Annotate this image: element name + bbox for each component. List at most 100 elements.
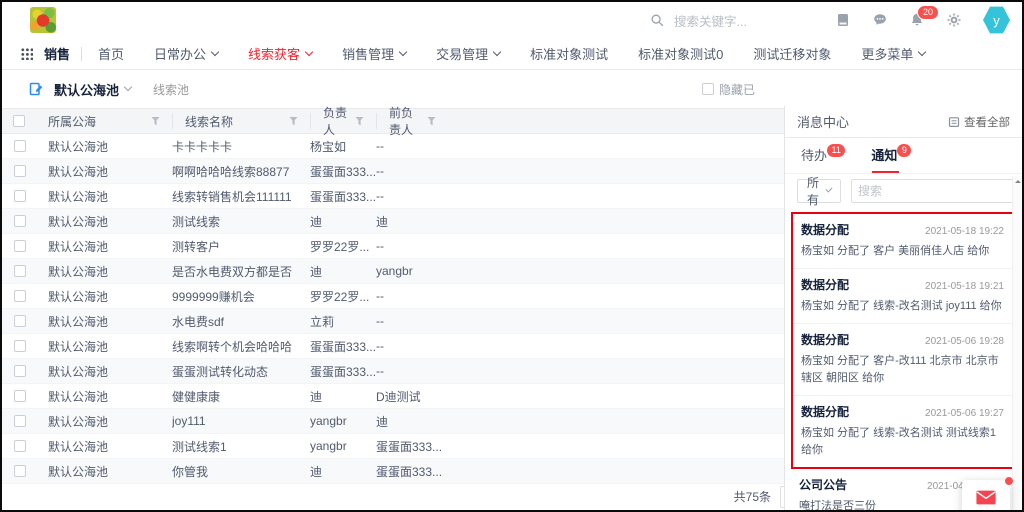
nav-item-trade-mgmt[interactable]: 交易管理 bbox=[436, 44, 500, 63]
nav-item-standard-object-test[interactable]: 标准对象测试 bbox=[530, 44, 608, 63]
nav-item-home[interactable]: 首页 bbox=[98, 44, 124, 63]
col-header-owner: 负责人 bbox=[323, 104, 347, 138]
tab-notifications[interactable]: 通知9 bbox=[871, 145, 911, 173]
table-row[interactable]: 默认公海池是否水电费双方都是否迪yangbr bbox=[2, 259, 794, 284]
cell-owner: 蛋蛋面333... bbox=[310, 188, 376, 205]
cell-lead-name[interactable]: 线索转销售机会111111 bbox=[172, 188, 310, 205]
row-checkbox[interactable] bbox=[14, 165, 26, 177]
view-all-link[interactable]: 查看全部 bbox=[948, 114, 1010, 130]
row-checkbox[interactable] bbox=[14, 465, 26, 477]
todo-badge: 11 bbox=[827, 144, 845, 157]
row-checkbox[interactable] bbox=[14, 365, 26, 377]
row-checkbox[interactable] bbox=[14, 440, 26, 452]
table-row[interactable]: 默认公海池9999999赚机会罗罗22罗...-- bbox=[2, 284, 794, 309]
company-logo[interactable] bbox=[30, 7, 56, 33]
topbar-icons: 20 y bbox=[835, 2, 1010, 38]
settings-gear-icon[interactable] bbox=[946, 12, 962, 28]
filter-icon[interactable] bbox=[355, 117, 364, 126]
notification-item[interactable]: 数据分配2021-05-06 19:28 杨宝如 分配了 客户-改111 北京市… bbox=[793, 324, 1012, 396]
cell-lead-name[interactable]: 线索啊转个机会哈哈哈 bbox=[172, 338, 310, 355]
scroll-up-icon[interactable] bbox=[1015, 177, 1021, 183]
table-row[interactable]: 默认公海池线索啊转个机会哈哈哈蛋蛋面333...-- bbox=[2, 334, 794, 359]
panel-scrollbar[interactable] bbox=[1012, 176, 1022, 512]
table-row[interactable]: 默认公海池你管我迪蛋蛋面333... bbox=[2, 459, 794, 484]
row-checkbox[interactable] bbox=[14, 190, 26, 202]
type-filter-dropdown[interactable]: 所有 bbox=[797, 179, 841, 203]
chevron-down-icon bbox=[493, 47, 501, 55]
row-checkbox[interactable] bbox=[14, 390, 26, 402]
notification-item[interactable]: 数据分配2021-05-18 19:22 杨宝如 分配了 客户 美丽俏佳人店 给… bbox=[793, 214, 1012, 269]
select-all-checkbox[interactable] bbox=[13, 115, 25, 127]
panel-search-input[interactable] bbox=[852, 184, 1019, 198]
table-row[interactable]: 默认公海池蛋蛋测试转化动态蛋蛋面333...-- bbox=[2, 359, 794, 384]
row-checkbox[interactable] bbox=[14, 415, 26, 427]
cell-lead-name[interactable]: 卡卡卡卡卡 bbox=[172, 138, 310, 155]
row-checkbox[interactable] bbox=[14, 340, 26, 352]
row-checkbox[interactable] bbox=[14, 140, 26, 152]
table-row[interactable]: 默认公海池测试线索迪迪 bbox=[2, 209, 794, 234]
notification-title: 数据分配 bbox=[801, 331, 849, 348]
nav-item-daily-office[interactable]: 日常办公 bbox=[154, 44, 218, 63]
notifications-bell-icon[interactable]: 20 bbox=[909, 12, 925, 28]
pool-selector[interactable]: 默认公海池 bbox=[54, 80, 131, 99]
nav-item-sales-mgmt[interactable]: 销售管理 bbox=[342, 44, 406, 63]
notification-title: 数据分配 bbox=[801, 276, 849, 293]
row-checkbox[interactable] bbox=[14, 215, 26, 227]
cell-lead-name[interactable]: 测试线索 bbox=[172, 213, 310, 230]
feedback-widget[interactable]: 意见反馈 bbox=[962, 480, 1010, 512]
cell-lead-name[interactable]: 健健康康 bbox=[172, 388, 310, 405]
cell-owner: yangbr bbox=[310, 439, 376, 453]
nav-item-more-menu[interactable]: 更多菜单 bbox=[861, 44, 925, 63]
row-checkbox[interactable] bbox=[14, 315, 26, 327]
cell-lead-name[interactable]: 啊啊哈哈哈线索88877 bbox=[172, 163, 310, 180]
messages-icon[interactable] bbox=[872, 12, 888, 28]
table-row[interactable]: 默认公海池线索转销售机会111111蛋蛋面333...-- bbox=[2, 184, 794, 209]
cell-lead-name[interactable]: 9999999赚机会 bbox=[172, 288, 310, 305]
chevron-down-icon bbox=[918, 47, 926, 55]
cell-lead-name[interactable]: joy111 bbox=[172, 414, 310, 428]
cell-owner: 罗罗22罗... bbox=[310, 238, 376, 255]
cell-lead-name[interactable]: 蛋蛋测试转化动态 bbox=[172, 363, 310, 380]
table-row[interactable]: 默认公海池测试线索1yangbr蛋蛋面333... bbox=[2, 434, 794, 459]
search-icon bbox=[650, 13, 665, 28]
nav-item-standard-object-test0[interactable]: 标准对象测试0 bbox=[638, 44, 723, 63]
table-row[interactable]: 默认公海池测转客户罗罗22罗...-- bbox=[2, 234, 794, 259]
notification-item[interactable]: 数据分配2021-05-18 19:21 杨宝如 分配了 线索-改名测试 joy… bbox=[793, 269, 1012, 324]
global-search[interactable]: 搜索关键字... bbox=[650, 2, 747, 38]
edit-document-icon[interactable] bbox=[28, 81, 44, 97]
tab-todo[interactable]: 待办11 bbox=[801, 145, 845, 173]
cell-owner: 蛋蛋面333... bbox=[310, 163, 376, 180]
row-checkbox[interactable] bbox=[14, 265, 26, 277]
table-row[interactable]: 默认公海池啊啊哈哈哈线索88877蛋蛋面333...-- bbox=[2, 159, 794, 184]
cell-lead-name[interactable]: 是否水电费双方都是否 bbox=[172, 263, 310, 280]
notification-body: 杨宝如 分配了 客户-改111 北京市 北京市辖区 朝阳区 给你 bbox=[801, 353, 1004, 387]
nav-label: 日常办公 bbox=[154, 44, 206, 63]
filter-icon[interactable] bbox=[151, 117, 160, 126]
user-avatar[interactable]: y bbox=[983, 6, 1010, 35]
cell-lead-name[interactable]: 水电费sdf bbox=[172, 313, 310, 330]
main-navbar: 销售 首页 日常办公 线索获客 销售管理 交易管理 标准对象测试 标准对象测试0… bbox=[2, 38, 1022, 70]
notification-body: 杨宝如 分配了 线索-改名测试 joy111 给你 bbox=[801, 298, 1004, 315]
nav-item-lead-acquisition[interactable]: 线索获客 bbox=[248, 44, 312, 63]
notification-time: 2021-05-18 19:22 bbox=[925, 226, 1004, 237]
knowledge-icon[interactable] bbox=[835, 12, 851, 28]
cell-owner: 蛋蛋面333... bbox=[310, 338, 376, 355]
cell-prev-owner: -- bbox=[376, 239, 448, 253]
checkbox-icon bbox=[702, 83, 714, 95]
notification-item[interactable]: 数据分配2021-05-06 19:27 杨宝如 分配了 线索-改名测试 测试线… bbox=[793, 396, 1012, 467]
cell-lead-name[interactable]: 测转客户 bbox=[172, 238, 310, 255]
row-checkbox[interactable] bbox=[14, 240, 26, 252]
global-search-placeholder: 搜索关键字... bbox=[674, 11, 747, 30]
hide-converted-checkbox[interactable]: 隐藏已 bbox=[702, 81, 755, 98]
filter-icon[interactable] bbox=[289, 117, 298, 126]
nav-item-migration-test-object[interactable]: 测试迁移对象 bbox=[753, 44, 831, 63]
app-grid-icon[interactable] bbox=[20, 47, 33, 60]
table-row[interactable]: 默认公海池健健康康迪D迪测试 bbox=[2, 384, 794, 409]
cell-lead-name[interactable]: 你管我 bbox=[172, 463, 310, 480]
table-row[interactable]: 默认公海池joy111yangbr迪 bbox=[2, 409, 794, 434]
filter-icon[interactable] bbox=[427, 117, 436, 126]
table-row[interactable]: 默认公海池水电费sdf立莉-- bbox=[2, 309, 794, 334]
row-checkbox[interactable] bbox=[14, 290, 26, 302]
cell-lead-name[interactable]: 测试线索1 bbox=[172, 438, 310, 455]
notifications-badge: 9 bbox=[897, 144, 911, 157]
